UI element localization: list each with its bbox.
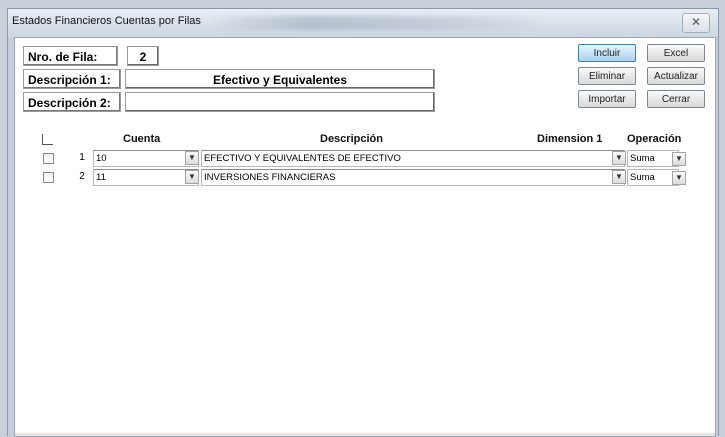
table-row[interactable]: 1 10 ▼ EFECTIVO Y EQUIVALENTES DE EFECTI…: [15, 150, 715, 168]
row-number-field[interactable]: 2: [127, 46, 159, 66]
select-all-checkbox[interactable]: [42, 134, 53, 145]
row-number: 1: [79, 152, 85, 163]
cuenta-cell[interactable]: 10: [93, 150, 199, 167]
actualizar-button[interactable]: Actualizar: [647, 67, 705, 85]
cuenta-cell[interactable]: 11: [93, 169, 199, 186]
eliminar-button[interactable]: Eliminar: [578, 67, 636, 85]
column-header-dimension1: Dimension 1: [537, 133, 603, 145]
row-number: 2: [79, 171, 85, 182]
cerrar-button[interactable]: Cerrar: [647, 90, 705, 108]
description1-label: Descripción 1:: [23, 69, 121, 89]
close-icon: ✕: [690, 15, 702, 29]
window-title: Estados Financieros Cuentas por Filas: [12, 15, 201, 27]
importar-button[interactable]: Importar: [578, 90, 636, 108]
row-checkbox[interactable]: [43, 153, 54, 164]
description2-label: Descripción 2:: [23, 92, 121, 112]
dialog-window: Estados Financieros Cuentas por Filas ✕ …: [7, 8, 719, 437]
close-button[interactable]: ✕: [682, 13, 710, 33]
chevron-down-icon[interactable]: ▼: [672, 171, 686, 185]
form-area: Nro. de Fila: 2 Descripción 1: Efectivo …: [14, 37, 716, 437]
row-number-label: Nro. de Fila:: [23, 46, 118, 66]
blurred-title-area: [208, 16, 548, 30]
description2-field[interactable]: [125, 92, 435, 112]
description1-field[interactable]: Efectivo y Equivalentes: [125, 69, 435, 89]
chevron-down-icon[interactable]: ▼: [672, 152, 686, 166]
descripcion-cell[interactable]: EFECTIVO Y EQUIVALENTES DE EFECTIVO: [201, 150, 625, 167]
column-header-operacion: Operación: [627, 133, 682, 145]
chevron-down-icon[interactable]: ▼: [185, 151, 199, 165]
column-header-descripcion: Descripción: [320, 133, 383, 145]
row-checkbox[interactable]: [43, 172, 54, 183]
chevron-down-icon[interactable]: ▼: [612, 170, 626, 184]
chevron-down-icon[interactable]: ▼: [612, 151, 626, 165]
title-bar[interactable]: Estados Financieros Cuentas por Filas ✕: [8, 9, 718, 37]
table-row[interactable]: 2 11 ▼ INVERSIONES FINANCIERAS ▼ Suma ▼: [15, 169, 715, 187]
descripcion-cell[interactable]: INVERSIONES FINANCIERAS: [201, 169, 625, 186]
chevron-down-icon[interactable]: ▼: [185, 170, 199, 184]
incluir-button[interactable]: Incluir: [578, 44, 636, 62]
column-header-cuenta: Cuenta: [123, 133, 161, 145]
excel-button[interactable]: Excel: [647, 44, 705, 62]
